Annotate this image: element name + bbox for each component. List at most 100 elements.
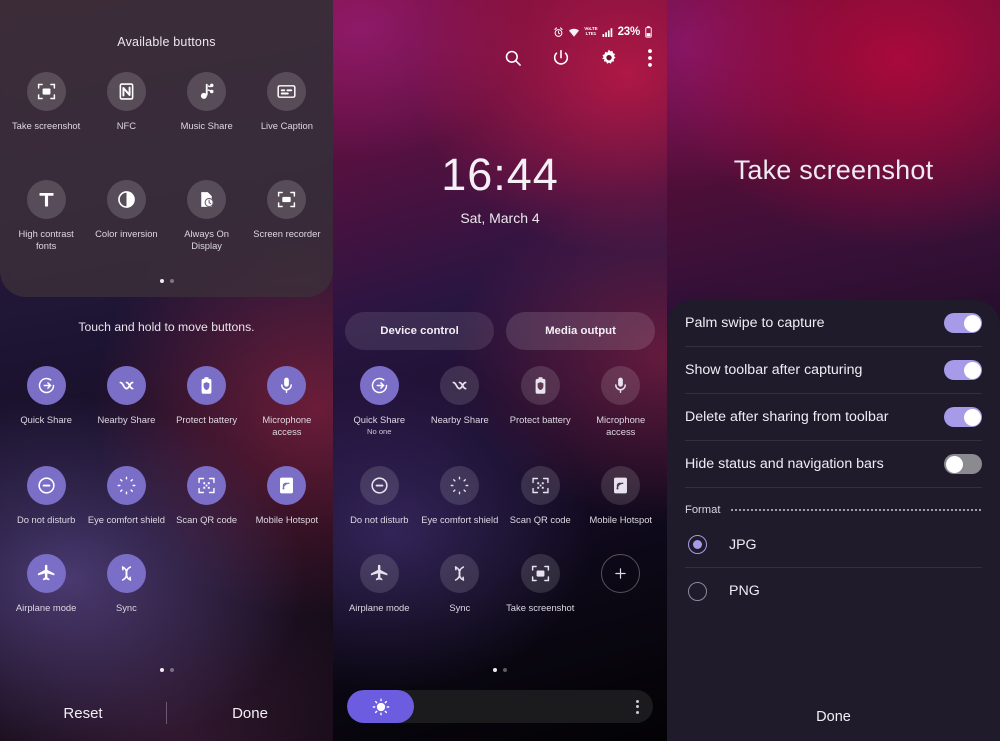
edit-tile-sync[interactable]: Sync (86, 554, 166, 614)
dot (636, 705, 639, 708)
reset-button[interactable]: Reset (0, 705, 166, 722)
edit-tile-label: Nearby Share (97, 414, 156, 425)
available-tile-screen-recorder[interactable]: Screen recorder (247, 180, 327, 252)
page-dot[interactable] (493, 668, 497, 672)
available-buttons-grid-row1: Take screenshot NFC Music Share Live Cap… (6, 72, 327, 132)
available-tile-label: Music Share (180, 120, 233, 131)
three-panel-screenshot-comparison: Available buttons Take screenshot NFC Mu… (0, 0, 1000, 741)
qs-tile-airplane-mode[interactable]: Airplane mode (339, 554, 420, 614)
palm-swipe-toggle[interactable] (944, 313, 982, 333)
edit-tile-microphone-access[interactable]: Microphone access (247, 366, 327, 438)
qs-tile-label: Do not disturb (350, 514, 409, 526)
panel-screenshot-settings: Take screenshot Palm swipe to capture Sh… (667, 0, 1000, 741)
qs-tile-do-not-disturb[interactable]: Do not disturb (339, 466, 420, 526)
power-icon[interactable] (551, 48, 571, 68)
available-tile-music-share[interactable]: Music Share (167, 72, 247, 132)
microphone-icon (601, 366, 641, 405)
editable-tiles-grid: Quick Share Nearby Share Protect battery… (6, 366, 327, 642)
quick-settings-row-3: Airplane mode Sync Take screenshot (339, 554, 661, 614)
edit-tile-quick-share[interactable]: Quick Share (6, 366, 86, 438)
available-tile-live-caption[interactable]: Live Caption (247, 72, 327, 132)
volte-bottom-label: LTE1 (585, 31, 597, 36)
qs-tile-sync[interactable]: Sync (420, 554, 501, 614)
contrast-circle-icon (106, 180, 146, 219)
sync-icon (106, 554, 146, 594)
qs-tile-add-button[interactable] (581, 554, 662, 614)
delete-after-sharing-toggle[interactable] (944, 407, 982, 427)
qs-tile-label: Quick Share (353, 414, 406, 425)
hotspot-icon (601, 466, 641, 506)
edit-bottom-bar: Reset Done (0, 685, 333, 741)
edit-tile-eye-comfort-shield[interactable]: Eye comfort shield (86, 466, 166, 526)
search-icon[interactable] (503, 48, 523, 68)
page-dot[interactable] (159, 668, 164, 672)
format-option-jpg[interactable]: JPG (685, 522, 982, 568)
editable-tiles-row-3: Airplane mode Sync (6, 554, 327, 614)
qs-tile-label: Protect battery (509, 414, 571, 425)
available-tile-high-contrast-fonts[interactable]: High contrast fonts (6, 180, 86, 252)
qs-tile-nearby-share[interactable]: Nearby Share (420, 366, 501, 438)
more-options-icon[interactable] (647, 48, 653, 68)
hide-bars-toggle[interactable] (944, 454, 982, 474)
setting-row-delete-after-sharing[interactable]: Delete after sharing from toolbar (685, 394, 982, 441)
format-option-png[interactable]: PNG (685, 568, 982, 614)
qr-code-icon (520, 466, 560, 506)
edit-tile-label: Do not disturb (16, 514, 76, 526)
available-tile-label: Screen recorder (253, 228, 321, 239)
edit-tile-label: Quick Share (20, 414, 72, 425)
available-tile-color-inversion[interactable]: Color inversion (86, 180, 166, 252)
available-tile-always-on-display[interactable]: Always On Display (167, 180, 247, 252)
qs-tile-mobile-hotspot[interactable]: Mobile Hotspot (581, 466, 662, 526)
page-dot[interactable] (169, 668, 174, 672)
page-dot[interactable] (503, 668, 507, 672)
quick-settings-pills: Device control Media output (345, 312, 655, 350)
media-output-button[interactable]: Media output (506, 312, 655, 350)
screenshot-icon (26, 72, 66, 111)
brightness-more-options-icon[interactable] (636, 699, 639, 714)
qs-tile-scan-qr-code[interactable]: Scan QR code (500, 466, 581, 526)
available-tile-nfc[interactable]: NFC (86, 72, 166, 132)
brightness-slider-fill (347, 690, 415, 723)
quick-settings-tiles-grid: Quick Share No one Nearby Share Protect … (339, 366, 661, 642)
radio-button-png[interactable] (688, 581, 707, 601)
dot (636, 710, 639, 714)
gear-icon[interactable] (599, 48, 619, 68)
edit-tile-nearby-share[interactable]: Nearby Share (86, 366, 166, 438)
setting-row-palm-swipe[interactable]: Palm swipe to capture (685, 300, 982, 347)
setting-row-show-toolbar[interactable]: Show toolbar after capturing (685, 347, 982, 394)
available-tile-take-screenshot[interactable]: Take screenshot (6, 72, 86, 132)
device-control-button[interactable]: Device control (345, 312, 494, 350)
show-toolbar-toggle[interactable] (944, 360, 982, 380)
lock-clock-time: 16:44 (441, 149, 559, 200)
edit-tile-label: Scan QR code (176, 514, 238, 526)
edit-tile-airplane-mode[interactable]: Airplane mode (6, 554, 86, 614)
page-dot[interactable] (169, 279, 174, 283)
radio-button-jpg[interactable] (688, 535, 707, 554)
toggle-knob (963, 361, 981, 379)
sync-icon (440, 554, 480, 594)
qr-code-icon (187, 466, 227, 506)
airplane-icon (26, 554, 66, 594)
edit-tile-label: Eye comfort shield (87, 514, 165, 526)
edit-tile-mobile-hotspot[interactable]: Mobile Hotspot (247, 466, 327, 526)
qs-tile-eye-comfort-shield[interactable]: Eye comfort shield (420, 466, 501, 526)
eye-comfort-icon (440, 466, 480, 506)
battery-percent-label: 23% (617, 26, 641, 38)
edit-tile-scan-qr-code[interactable]: Scan QR code (167, 466, 247, 526)
done-button[interactable]: Done (167, 705, 333, 722)
qs-tile-protect-battery[interactable]: Protect battery (500, 366, 581, 438)
edit-tile-protect-battery[interactable]: Protect battery (167, 366, 247, 438)
screen-recorder-icon (267, 180, 307, 219)
done-button[interactable]: Done (667, 709, 1000, 725)
qs-tile-label: Scan QR code (509, 514, 571, 526)
setting-row-hide-bars[interactable]: Hide status and navigation bars (685, 441, 982, 488)
qs-tile-quick-share[interactable]: Quick Share No one (339, 366, 420, 438)
qs-tile-microphone-access[interactable]: Microphone access (581, 366, 662, 438)
quick-settings-row-1: Quick Share No one Nearby Share Protect … (339, 366, 661, 438)
qs-tile-take-screenshot[interactable]: Take screenshot (500, 554, 581, 614)
wifi-icon (568, 27, 580, 38)
brightness-sun-icon (371, 697, 391, 717)
brightness-slider[interactable] (347, 690, 653, 723)
page-dot[interactable] (159, 279, 164, 283)
edit-tile-do-not-disturb[interactable]: Do not disturb (6, 466, 86, 526)
